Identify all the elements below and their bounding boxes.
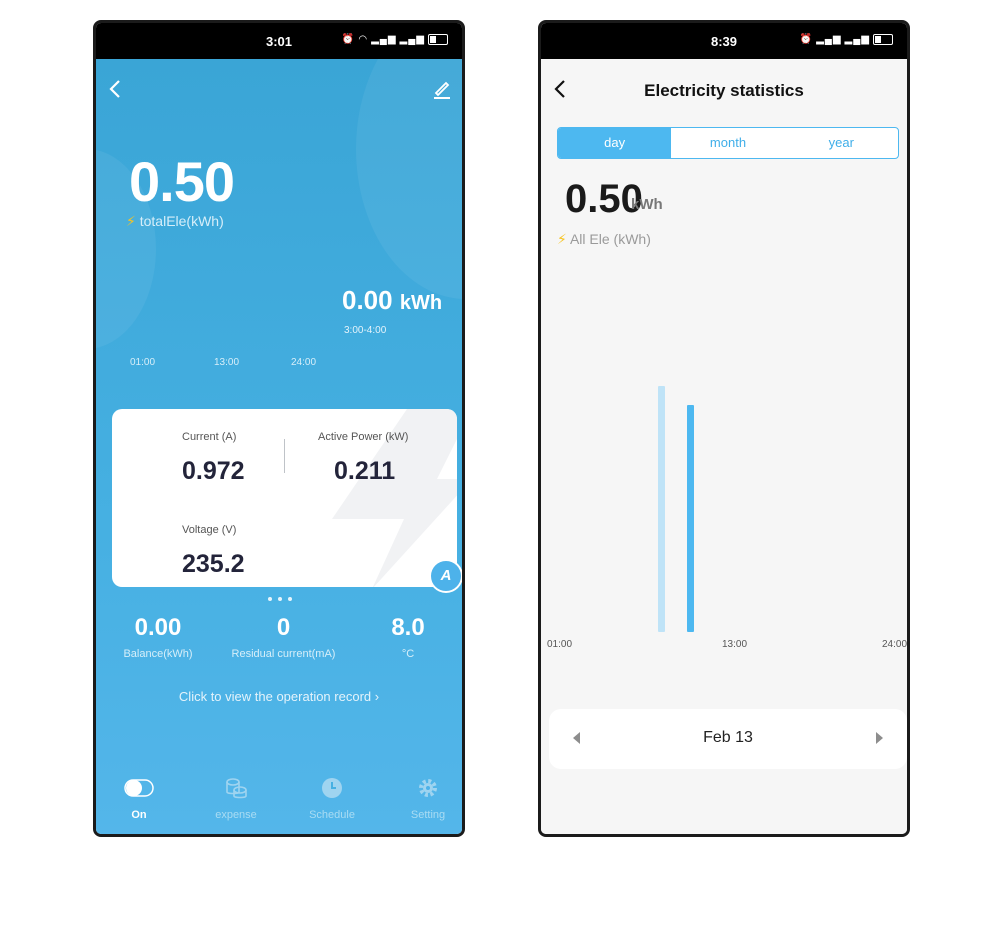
gear-icon bbox=[383, 775, 462, 801]
clock-icon bbox=[287, 775, 377, 801]
chart-bar bbox=[658, 386, 665, 632]
battery-icon bbox=[873, 34, 893, 45]
selected-date: Feb 13 bbox=[703, 729, 753, 746]
phone-screen-statistics: 8:39 ⏰ ▂▄▆ ▂▄▆ Electricity statistics da… bbox=[538, 20, 910, 837]
back-icon[interactable] bbox=[108, 79, 122, 105]
axis-tick: 01:00 bbox=[130, 357, 156, 368]
residual-current-stat: 0 Residual current(mA) bbox=[216, 614, 351, 660]
signal-icon: ▂▄▆ bbox=[399, 34, 425, 45]
current-label: Current (A) bbox=[182, 431, 237, 443]
bottom-tab-bar: On expense Schedule Setting bbox=[96, 767, 462, 834]
residual-current-value: 0 bbox=[276, 614, 291, 641]
chart-bar bbox=[687, 405, 694, 632]
wifi-icon: ◠ bbox=[358, 34, 369, 45]
axis-tick: 24:00 bbox=[291, 357, 317, 368]
page-indicator bbox=[268, 597, 292, 601]
operation-record-link[interactable]: Click to view the operation record › bbox=[96, 689, 462, 704]
temperature-label: °C bbox=[401, 648, 415, 660]
date-selector: Feb 13 bbox=[549, 709, 907, 769]
device-dashboard: 0.50 ⚡ totalEle(kWh) 0.00 kWh 3:00-4:00 … bbox=[96, 59, 462, 834]
toggle-icon bbox=[96, 775, 184, 801]
segment-day[interactable]: day bbox=[558, 128, 672, 158]
measurement-card[interactable]: Current (A) 0.972 Active Power (kW) 0.21… bbox=[112, 409, 457, 587]
current-value: 0.972 bbox=[182, 457, 245, 485]
total-energy-value: 0.50 bbox=[129, 150, 235, 213]
axis-tick: 13:00 bbox=[214, 357, 240, 368]
mode-badge-button[interactable]: A bbox=[429, 559, 462, 593]
temperature-value: 8.0 bbox=[391, 614, 425, 641]
status-bar: 3:01 ⏰ ◠ ▂▄▆ ▂▄▆ bbox=[96, 23, 462, 59]
divider bbox=[284, 439, 285, 473]
total-energy-label: ⚡ All Ele (kWh) bbox=[557, 231, 651, 247]
hourly-energy-value: 0.00 kWh bbox=[342, 285, 443, 315]
voltage-label: Voltage (V) bbox=[182, 524, 237, 536]
voltage-value: 235.2 bbox=[182, 550, 245, 578]
total-energy-unit: kWh bbox=[631, 196, 663, 213]
segment-year[interactable]: year bbox=[785, 128, 898, 158]
lightning-icon: ⚡ bbox=[557, 231, 567, 247]
alarm-icon: ⏰ bbox=[799, 34, 814, 45]
temperature-stat: 8.0 °C bbox=[368, 614, 448, 660]
status-bar: 8:39 ⏰ ▂▄▆ ▂▄▆ bbox=[541, 23, 907, 59]
axis-tick: 13:00 bbox=[722, 639, 748, 650]
hourly-energy-range: 3:00-4:00 bbox=[344, 325, 387, 336]
total-energy-label: ⚡ totalEle(kWh) bbox=[126, 213, 224, 229]
active-power-label: Active Power (kW) bbox=[318, 431, 409, 443]
axis-tick: 24:00 bbox=[882, 639, 908, 650]
lightning-icon: ⚡ bbox=[126, 213, 136, 229]
battery-icon bbox=[428, 34, 448, 45]
statistics-page: Electricity statistics day month year 0.… bbox=[541, 59, 908, 834]
tab-schedule[interactable]: Schedule bbox=[287, 775, 377, 821]
signal-icon: ▂▄▆ bbox=[844, 34, 870, 45]
signal-icon: ▂▄▆ bbox=[371, 34, 397, 45]
next-date-icon[interactable] bbox=[876, 732, 883, 744]
active-power-value: 0.211 bbox=[334, 457, 396, 485]
status-icons: ⏰ ▂▄▆ ▂▄▆ bbox=[800, 34, 893, 45]
period-segmented-control: day month year bbox=[557, 127, 899, 159]
signal-icon: ▂▄▆ bbox=[816, 34, 842, 45]
balance-label: Balance(kWh) bbox=[123, 648, 193, 660]
edit-icon[interactable] bbox=[432, 79, 452, 104]
coins-icon bbox=[191, 775, 281, 801]
phone-screen-device: 3:01 ⏰ ◠ ▂▄▆ ▂▄▆ 0.50 ⚡ totalEle(kWh) 0.… bbox=[93, 20, 465, 837]
page-title: Electricity statistics bbox=[644, 81, 804, 100]
residual-current-label: Residual current(mA) bbox=[231, 648, 336, 660]
balance-value: 0.00 bbox=[134, 614, 182, 641]
axis-tick: 01:00 bbox=[547, 639, 573, 650]
balance-stat: 0.00 Balance(kWh) bbox=[108, 614, 208, 660]
alarm-icon: ⏰ bbox=[341, 34, 356, 45]
tab-expense[interactable]: expense bbox=[191, 775, 281, 821]
tab-setting[interactable]: Setting bbox=[383, 775, 462, 821]
tab-on[interactable]: On bbox=[96, 775, 184, 821]
status-icons: ⏰ ◠ ▂▄▆ ▂▄▆ bbox=[342, 34, 448, 45]
segment-month[interactable]: month bbox=[671, 128, 784, 158]
